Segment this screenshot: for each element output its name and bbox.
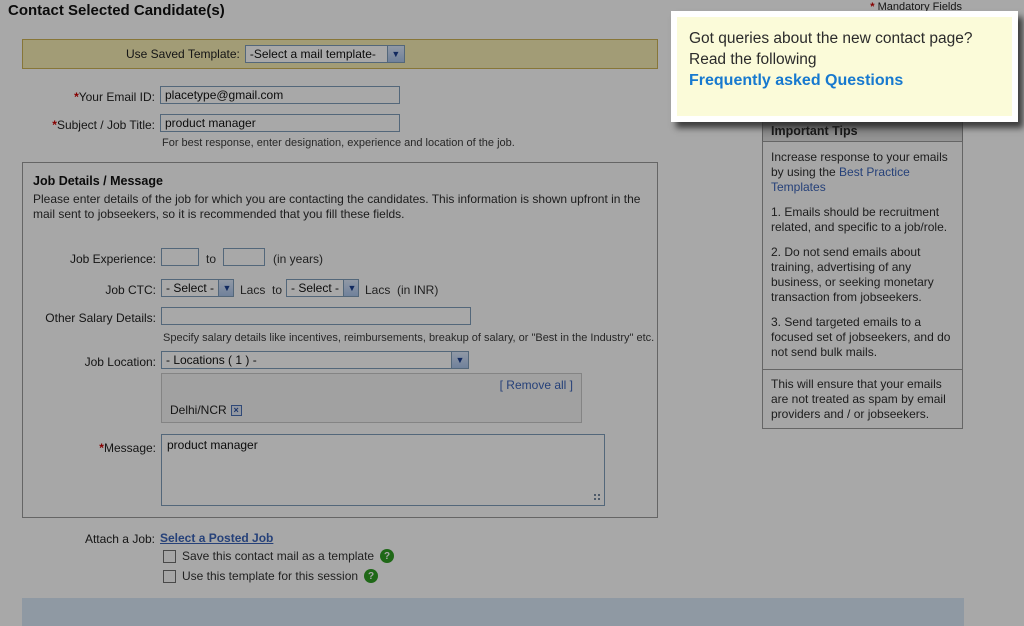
- faq-callout: Got queries about the new contact page? …: [671, 11, 1018, 122]
- faq-link[interactable]: Frequently asked Questions: [689, 72, 903, 89]
- faq-callout-text: Got queries about the new contact page? …: [689, 30, 973, 68]
